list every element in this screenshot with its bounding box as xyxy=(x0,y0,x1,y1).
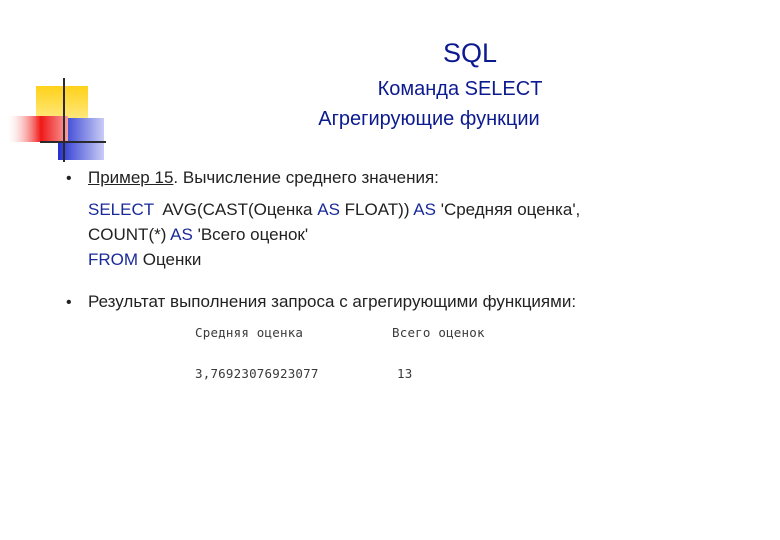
keyword-from: FROM xyxy=(88,250,139,269)
keyword-select: SELECT xyxy=(88,200,154,219)
title-subtitle-functions: Агрегирующие функции xyxy=(318,108,540,130)
code-line-2: COUNT(*) AS 'Всего оценок' xyxy=(88,222,308,247)
example-link[interactable]: Пример 15 xyxy=(88,168,173,187)
title-subtitle-command: Команда SELECT xyxy=(377,78,543,100)
bullet-example-text: . Вычисление среднего значения: xyxy=(173,168,439,187)
result-header-avg: Средняя оценка xyxy=(195,325,304,340)
title-main: SQL xyxy=(442,38,498,68)
bullet-dot-icon: • xyxy=(66,294,72,311)
code-text: Оценки xyxy=(138,250,202,269)
bullet-example: • Пример 15. Вычисление среднего значения… xyxy=(66,166,439,191)
corner-decoration xyxy=(8,78,106,162)
code-text: 'Всего оценок' xyxy=(192,225,309,244)
bullet-result: • Результат выполнения запроса с агрегиру… xyxy=(66,290,576,315)
code-text: 'Средняя оценка', xyxy=(435,200,581,219)
result-header-count: Всего оценок xyxy=(392,325,485,340)
result-value-count: 13 xyxy=(397,366,413,381)
slide-title: SQL Команда SELECT Агрегирующие функции xyxy=(270,36,600,134)
keyword-as: AS xyxy=(170,225,193,244)
code-line-1: SELECT AVG(CAST(Оценка AS FLOAT)) AS 'Ср… xyxy=(88,197,580,222)
result-value-avg: 3,76923076923077 xyxy=(195,366,319,381)
code-text: COUNT(*) xyxy=(88,225,171,244)
code-line-3: FROM Оценки xyxy=(88,247,201,272)
decor-red-bar xyxy=(8,116,68,142)
bullet-result-text: Результат выполнения запроса с агрегирую… xyxy=(88,292,577,311)
code-text: AVG(CAST(Оценка xyxy=(153,200,318,219)
keyword-as: AS xyxy=(413,200,436,219)
keyword-as: AS xyxy=(317,200,340,219)
bullet-dot-icon: • xyxy=(66,170,72,187)
code-text: FLOAT)) xyxy=(339,200,414,219)
